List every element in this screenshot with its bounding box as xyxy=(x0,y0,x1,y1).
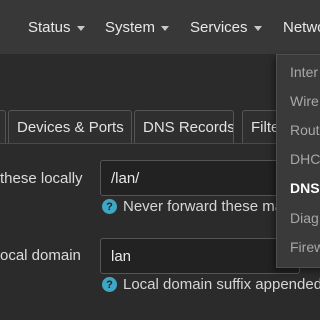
nav-system-label: System xyxy=(105,18,156,36)
dropdown-item-firewall[interactable]: Firew xyxy=(277,233,320,261)
nav-network-label: Netwo xyxy=(283,18,320,36)
local-server-hint: ? Never forward these ma xyxy=(102,198,283,215)
top-navbar: Status System Services Netwo xyxy=(0,0,320,54)
local-domain-label: ocal domain xyxy=(0,247,81,264)
dropdown-item-label: Inter xyxy=(290,64,319,80)
local-domain-hint: ? Local domain suffix appended t xyxy=(102,276,320,293)
dropdown-item-interfaces[interactable]: Inter xyxy=(277,58,320,86)
local-server-label: these locally xyxy=(0,170,83,187)
caret-down-icon xyxy=(161,25,170,31)
app-window: Status System Services Netwo Devices & P… xyxy=(0,0,320,320)
dropdown-item-routes[interactable]: Rout xyxy=(277,116,320,144)
nav-system-menu[interactable]: System xyxy=(105,17,170,37)
dropdown-item-label: DHC xyxy=(290,151,320,167)
local-server-input[interactable] xyxy=(100,160,300,196)
tab-label: DNS Records xyxy=(143,119,234,136)
nav-status-menu[interactable]: Status xyxy=(28,17,85,37)
dropdown-item-dns[interactable]: DNS xyxy=(277,174,320,202)
dropdown-item-diagnostics[interactable]: Diag xyxy=(277,204,320,232)
nav-status-label: Status xyxy=(28,18,71,36)
nav-services-menu[interactable]: Services xyxy=(190,17,262,37)
dropdown-item-dhcp[interactable]: DHC xyxy=(277,145,320,173)
tab-devices-ports[interactable]: Devices & Ports xyxy=(8,110,132,144)
dropdown-item-label: Diag xyxy=(290,210,319,226)
tab-previous[interactable] xyxy=(0,110,6,144)
dropdown-item-label: Firew xyxy=(290,239,320,255)
caret-down-icon xyxy=(253,25,262,31)
dropdown-item-label: Wire xyxy=(290,93,319,109)
dropdown-item-wireless[interactable]: Wire xyxy=(277,87,320,115)
local-domain-input[interactable] xyxy=(100,238,300,274)
tab-divider xyxy=(0,143,320,144)
nav-network-menu[interactable]: Netwo xyxy=(283,17,320,37)
tab-bar: Devices & Ports DNS Records Filte xyxy=(0,110,320,144)
caret-down-icon xyxy=(76,25,85,31)
help-icon: ? xyxy=(102,199,117,214)
local-domain-hint-text: Local domain suffix appended t xyxy=(123,276,320,293)
dropdown-item-label: Rout xyxy=(290,122,320,138)
nav-services-label: Services xyxy=(190,18,248,36)
help-icon: ? xyxy=(102,277,117,292)
network-dropdown-menu: Inter Wire Rout DHC DNS Diag Firew xyxy=(276,54,320,268)
dropdown-item-label: DNS xyxy=(290,180,320,196)
tab-label: Devices & Ports xyxy=(17,119,124,136)
local-server-hint-text: Never forward these ma xyxy=(123,198,284,215)
tab-dns-records[interactable]: DNS Records xyxy=(134,110,234,144)
